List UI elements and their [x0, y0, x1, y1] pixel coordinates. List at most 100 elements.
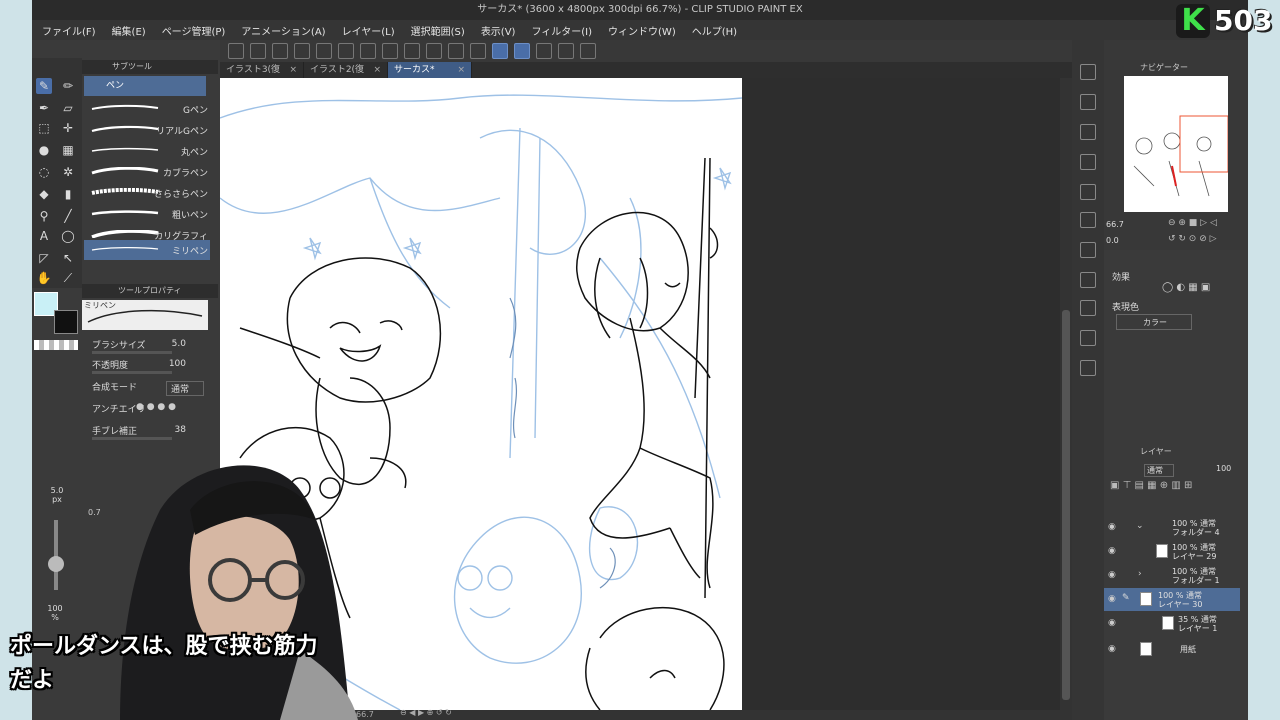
- menu-edit[interactable]: 編集(E): [112, 23, 146, 38]
- opacity-value[interactable]: 100: [169, 359, 186, 369]
- eye-icon[interactable]: ◉: [1108, 594, 1116, 604]
- layer-row-folder1[interactable]: ◉ › 100 % 通常 フォルダー 1: [1104, 564, 1240, 587]
- material-icon[interactable]: [1080, 154, 1096, 170]
- export-icon[interactable]: [316, 43, 332, 59]
- save-icon[interactable]: [294, 43, 310, 59]
- brush-item[interactable]: 粗いペン: [84, 204, 210, 224]
- eye-icon[interactable]: ◉: [1108, 522, 1116, 532]
- correct-line-icon[interactable]: ⚲: [36, 208, 52, 224]
- chevron-down-icon[interactable]: ⌄: [1136, 521, 1144, 531]
- scroll-thumb[interactable]: [1062, 310, 1070, 700]
- effect-mode-icons[interactable]: ◯ ◐ ▦ ▣: [1162, 282, 1210, 293]
- snap-grid-icon[interactable]: [514, 43, 530, 59]
- stabilize-slider[interactable]: [92, 437, 172, 440]
- eye-icon[interactable]: ◉: [1108, 546, 1116, 556]
- search-icon[interactable]: [1080, 94, 1096, 110]
- snap-ruler-icon[interactable]: [492, 43, 508, 59]
- tab-circus[interactable]: サーカス* ×: [388, 62, 472, 78]
- fill-icon[interactable]: [404, 43, 420, 59]
- brush-size-vertical-slider[interactable]: [54, 520, 58, 590]
- layer-opacity-value[interactable]: 100: [1216, 464, 1231, 473]
- frame-tool-icon[interactable]: ◸: [36, 250, 52, 266]
- eye-icon[interactable]: ◉: [1108, 644, 1116, 654]
- pen-tool-icon[interactable]: ✎: [36, 78, 52, 94]
- opacity-quick[interactable]: 100 %: [44, 604, 66, 622]
- brush-size-value[interactable]: 5.0: [172, 339, 186, 349]
- stabilize-row[interactable]: 手ブレ補正 38: [92, 424, 210, 440]
- menu-animation[interactable]: アニメーション(A): [241, 23, 325, 38]
- balloon-tool-icon[interactable]: ◯: [60, 228, 76, 244]
- eye-icon[interactable]: ◉: [1108, 618, 1116, 628]
- antialias-row[interactable]: アンチエイリ ● ● ● ●: [92, 402, 210, 418]
- transparent-color-swatch[interactable]: [34, 340, 78, 350]
- clear-icon[interactable]: [382, 43, 398, 59]
- layer-tool-icons[interactable]: ▣ ⊤ ▤ ▦ ⊕ ▥ ⊞: [1110, 480, 1192, 491]
- menu-layer[interactable]: レイヤー(L): [342, 23, 395, 38]
- close-icon[interactable]: ×: [289, 62, 297, 78]
- new-file-icon[interactable]: [250, 43, 266, 59]
- magic-wand-icon[interactable]: ✲: [60, 164, 76, 180]
- menu-selection[interactable]: 選択範囲(S): [411, 23, 465, 38]
- layer-row-folder4[interactable]: ◉ ⌄ 100 % 通常 フォルダー 4: [1104, 516, 1240, 539]
- menu-view[interactable]: 表示(V): [481, 23, 516, 38]
- close-icon[interactable]: ×: [373, 62, 381, 78]
- layer-row-paper[interactable]: ◉ 用紙: [1104, 638, 1240, 661]
- eraser-tool-icon[interactable]: ▱: [60, 100, 76, 116]
- gradient-tool-icon[interactable]: ▮: [60, 186, 76, 202]
- clip-studio-icon[interactable]: [228, 43, 244, 59]
- brush-tool-icon[interactable]: ✒: [36, 100, 52, 116]
- open-file-icon[interactable]: [272, 43, 288, 59]
- snap-special-ruler-icon[interactable]: [536, 43, 552, 59]
- person-icon[interactable]: [1080, 360, 1096, 376]
- selection-icon[interactable]: [448, 43, 464, 59]
- brush-item[interactable]: リアルGペン: [84, 120, 210, 140]
- layer-list-icon[interactable]: [1080, 242, 1096, 258]
- expression-color-select[interactable]: カラー: [1116, 314, 1192, 330]
- grid-icon[interactable]: [1080, 212, 1096, 228]
- item-bank-icon[interactable]: [1080, 64, 1096, 80]
- layer-blend-select[interactable]: 通常: [1144, 464, 1174, 477]
- companion-icon[interactable]: [580, 43, 596, 59]
- brush-size-slider[interactable]: [92, 351, 172, 354]
- menu-file[interactable]: ファイル(F): [42, 23, 96, 38]
- text-tool-icon[interactable]: A: [36, 228, 52, 244]
- blend-mode-select[interactable]: 通常: [165, 381, 204, 396]
- brush-item-selected[interactable]: ミリペン: [84, 240, 210, 260]
- layer-row-29[interactable]: ◉ 100 % 通常 レイヤー 29: [1104, 540, 1240, 563]
- eye-icon[interactable]: ◉: [1108, 570, 1116, 580]
- rotate-controls-icon[interactable]: ⊖ ◀ ▶ ⊕ ↺ ↻: [400, 708, 452, 717]
- menu-page[interactable]: ページ管理(P): [162, 23, 226, 38]
- menu-window[interactable]: ウィンドウ(W): [608, 23, 676, 38]
- brush-item[interactable]: カブラペン: [84, 162, 210, 182]
- layer-property-icon[interactable]: [558, 43, 574, 59]
- grid-tool-icon[interactable]: ▦: [60, 142, 76, 158]
- menu-help[interactable]: ヘルプ(H): [692, 23, 737, 38]
- edit-panel-icon[interactable]: [1080, 330, 1096, 346]
- figure-tool-icon[interactable]: ╱: [60, 208, 76, 224]
- navigator-thumbnail[interactable]: [1124, 76, 1229, 212]
- redo-icon[interactable]: [360, 43, 376, 59]
- pencil-tool-icon[interactable]: ✏: [60, 78, 76, 94]
- brush-size-row[interactable]: ブラシサイズ 5.0: [92, 338, 210, 354]
- opacity-slider[interactable]: [92, 371, 172, 374]
- eyedropper-icon[interactable]: ⟋: [60, 270, 76, 286]
- navigator-zoom[interactable]: 66.7: [1106, 220, 1124, 229]
- blend-tool-icon[interactable]: ●: [36, 142, 52, 158]
- menu-filter[interactable]: フィルター(I): [531, 23, 592, 38]
- brush-item[interactable]: Gペン: [84, 99, 210, 119]
- operation-tool-icon[interactable]: ↖: [60, 250, 76, 266]
- history-icon[interactable]: [1080, 124, 1096, 140]
- brush-size-quick[interactable]: 5.0 px: [40, 486, 74, 504]
- subtool-group-pen[interactable]: ペン: [84, 76, 206, 96]
- antialias-options-icon[interactable]: ● ● ● ●: [136, 402, 176, 412]
- image-icon[interactable]: [1080, 272, 1096, 288]
- tab-illust2[interactable]: イラスト2(復元)*×: [304, 62, 388, 91]
- save-panel-icon[interactable]: [1080, 300, 1096, 316]
- navigator-zoom-buttons-icon[interactable]: ⊖ ⊕ ■ ▷ ◁: [1168, 218, 1217, 228]
- transform-icon[interactable]: [426, 43, 442, 59]
- navigator-rotate-buttons-icon[interactable]: ↺ ↻ ⊙ ⊘ ▷: [1168, 234, 1217, 244]
- close-panel-icon[interactable]: [1080, 184, 1096, 200]
- opacity-row[interactable]: 不透明度 100: [92, 358, 210, 374]
- close-icon[interactable]: ×: [457, 62, 465, 78]
- hand-tool-icon[interactable]: ✋: [36, 270, 52, 286]
